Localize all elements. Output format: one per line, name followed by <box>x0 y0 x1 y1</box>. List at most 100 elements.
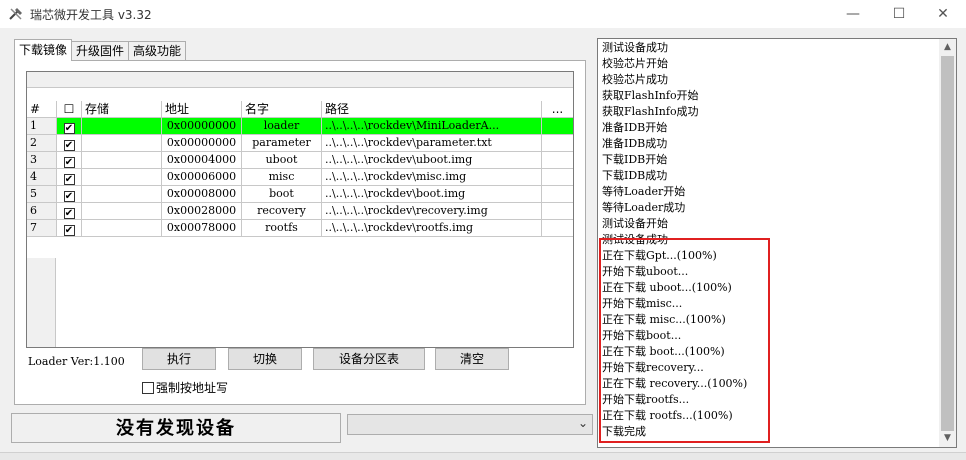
row-address: 0x00028000 <box>162 203 242 220</box>
log-line: 校验芯片成功 <box>602 73 668 86</box>
chevron-down-icon[interactable]: ⌄ <box>578 416 588 430</box>
log-line: 下载IDB成功 <box>602 169 668 182</box>
minimize-button[interactable]: — <box>830 0 876 28</box>
log-line: 准备IDB成功 <box>602 137 668 150</box>
row-path: ..\..\..\..\rockdev\recovery.img <box>322 203 542 220</box>
col-check-all[interactable]: ☐ <box>57 101 82 118</box>
row-storage <box>82 135 162 152</box>
col-more[interactable]: ... <box>542 101 573 118</box>
checkbox-checked-icon[interactable]: ✔ <box>63 174 75 185</box>
checkbox-box[interactable] <box>142 382 154 394</box>
col-name[interactable]: 名字 <box>242 101 322 118</box>
log-line: 测试设备开始 <box>602 217 668 230</box>
table-row[interactable]: 4 ✔ 0x00006000 misc ..\..\..\..\rockdev\misc… <box>27 169 573 186</box>
row-checkbox[interactable]: ✔ <box>57 186 82 203</box>
row-header-filler <box>27 258 56 347</box>
row-storage <box>82 186 162 203</box>
row-storage <box>82 118 162 135</box>
tools-icon <box>9 8 22 20</box>
row-checkbox[interactable]: ✔ <box>57 203 82 220</box>
row-more <box>542 118 573 135</box>
row-checkbox[interactable]: ✔ <box>57 169 82 186</box>
row-name: boot <box>242 186 322 203</box>
log-scrollbar[interactable]: ▲ ▼ <box>939 39 956 447</box>
row-index: 3 <box>27 152 57 169</box>
force-address-write-checkbox[interactable]: 强制按地址写 <box>142 379 228 396</box>
row-index: 6 <box>27 203 57 220</box>
checkbox-checked-icon[interactable]: ✔ <box>63 123 75 134</box>
switch-button[interactable]: 切换 <box>228 348 302 370</box>
row-address: 0x00006000 <box>162 169 242 186</box>
window-title: 瑞芯微开发工具 v3.32 <box>30 8 152 22</box>
row-address: 0x00008000 <box>162 186 242 203</box>
row-address: 0x00000000 <box>162 135 242 152</box>
scroll-down-icon[interactable]: ▼ <box>939 430 956 447</box>
checkbox-checked-icon[interactable]: ✔ <box>63 140 75 151</box>
row-checkbox[interactable]: ✔ <box>57 152 82 169</box>
row-more <box>542 220 573 237</box>
loader-version: Loader Ver:1.100 <box>28 355 125 368</box>
checkbox-checked-icon[interactable]: ✔ <box>63 191 75 202</box>
row-more <box>542 186 573 203</box>
clear-button[interactable]: 清空 <box>435 348 509 370</box>
row-index: 7 <box>27 220 57 237</box>
partition-table-button[interactable]: 设备分区表 <box>313 348 425 370</box>
log-line: 测试设备成功 <box>602 41 668 54</box>
row-storage <box>82 152 162 169</box>
col-index: # <box>27 101 57 118</box>
row-checkbox[interactable]: ✔ <box>57 118 82 135</box>
row-checkbox[interactable]: ✔ <box>57 135 82 152</box>
scrollbar-thumb[interactable] <box>941 56 954 431</box>
row-address: 0x00078000 <box>162 220 242 237</box>
maximize-button[interactable]: ☐ <box>876 0 922 28</box>
row-more <box>542 169 573 186</box>
row-more <box>542 152 573 169</box>
run-button[interactable]: 执行 <box>142 348 216 370</box>
row-storage <box>82 169 162 186</box>
table-row[interactable]: 1 ✔ 0x00000000 loader ..\..\..\..\rockdev\Mi… <box>27 118 573 135</box>
log-line: 准备IDB开始 <box>602 121 668 134</box>
col-path[interactable]: 路径 <box>322 101 542 118</box>
row-name: uboot <box>242 152 322 169</box>
checkbox-checked-icon[interactable]: ✔ <box>63 208 75 219</box>
tab-download-image[interactable]: 下载镜像 <box>14 39 73 61</box>
force-address-write-label: 强制按地址写 <box>156 381 229 395</box>
row-index: 1 <box>27 118 57 135</box>
device-select[interactable]: ⌄ <box>347 414 593 435</box>
row-path: ..\..\..\..\rockdev\boot.img <box>322 186 542 203</box>
col-storage[interactable]: 存储 <box>82 101 162 118</box>
log-line: 获取FlashInfo成功 <box>602 105 699 118</box>
row-more <box>542 203 573 220</box>
log-line: 等待Loader开始 <box>602 185 686 198</box>
row-address: 0x00004000 <box>162 152 242 169</box>
checkbox-checked-icon[interactable]: ✔ <box>63 225 75 236</box>
row-path: ..\..\..\..\rockdev\parameter.txt <box>322 135 542 152</box>
table-row[interactable]: 3 ✔ 0x00004000 uboot ..\..\..\..\rockdev\ubo… <box>27 152 573 169</box>
row-name: rootfs <box>242 220 322 237</box>
table-row[interactable]: 6 ✔ 0x00028000 recovery ..\..\..\..\rockdev\… <box>27 203 573 220</box>
row-storage <box>82 203 162 220</box>
row-address: 0x00000000 <box>162 118 242 135</box>
row-name: loader <box>242 118 322 135</box>
row-storage <box>82 220 162 237</box>
device-status: 没有发现设备 <box>11 413 341 443</box>
row-index: 2 <box>27 135 57 152</box>
taskbar-strip <box>0 452 966 460</box>
checkbox-checked-icon[interactable]: ✔ <box>63 157 75 168</box>
tab-upgrade-firmware[interactable]: 升级固件 <box>71 41 130 61</box>
col-address[interactable]: 地址 <box>162 101 242 118</box>
table-row[interactable]: 7 ✔ 0x00078000 rootfs ..\..\..\..\rockdev\ro… <box>27 220 573 237</box>
table-row[interactable]: 5 ✔ 0x00008000 boot ..\..\..\..\rockdev\boot… <box>27 186 573 203</box>
close-button[interactable]: ✕ <box>920 0 966 28</box>
row-path: ..\..\..\..\rockdev\rootfs.img <box>322 220 542 237</box>
log-line: 校验芯片开始 <box>602 57 668 70</box>
row-path: ..\..\..\..\rockdev\misc.img <box>322 169 542 186</box>
scroll-up-icon[interactable]: ▲ <box>939 39 956 56</box>
table-row[interactable]: 2 ✔ 0x00000000 parameter ..\..\..\..\rockdev… <box>27 135 573 152</box>
title-bar: 瑞芯微开发工具 v3.32 — ☐ ✕ <box>0 0 966 28</box>
log-line: 获取FlashInfo开始 <box>602 89 699 102</box>
row-checkbox[interactable]: ✔ <box>57 220 82 237</box>
image-table: # ☐ 存储 地址 名字 路径 ... 1 ✔ 0x00000000 loader..… <box>26 71 574 348</box>
tab-advanced-functions[interactable]: 高级功能 <box>128 41 187 61</box>
row-name: parameter <box>242 135 322 152</box>
